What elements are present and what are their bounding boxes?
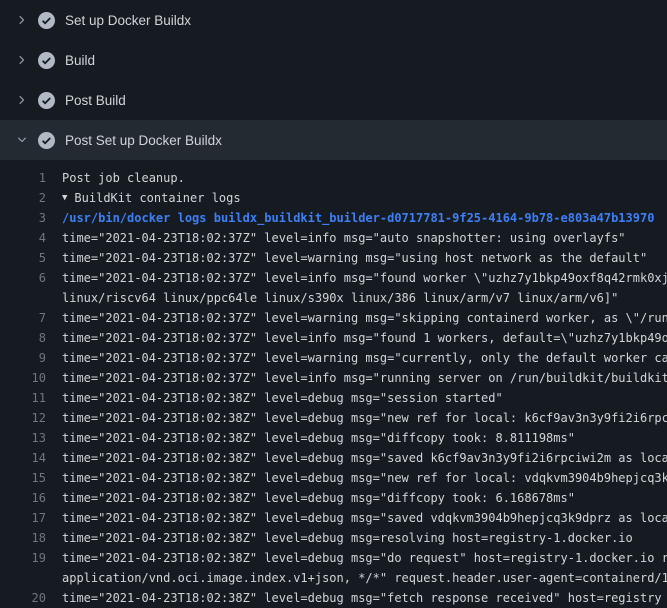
log-line-text: time="2021-04-23T18:02:38Z" level=debug … [46,468,667,488]
log-line-text: time="2021-04-23T18:02:38Z" level=debug … [46,528,633,548]
log-line: 19 time="2021-04-23T18:02:38Z" level=deb… [0,548,667,568]
log-line-number[interactable]: 19 [0,548,46,568]
step-list: Set up Docker Buildx Build Post Build Po… [0,0,667,160]
log-line: 18 time="2021-04-23T18:02:38Z" level=deb… [0,528,667,548]
log-line-text: time="2021-04-23T18:02:37Z" level=info m… [46,368,667,388]
log-line: 4 time="2021-04-23T18:02:37Z" level=info… [0,228,667,248]
log-line: 15 time="2021-04-23T18:02:38Z" level=deb… [0,468,667,488]
log-line-number[interactable]: 12 [0,408,46,428]
log-line: 10 time="2021-04-23T18:02:37Z" level=inf… [0,368,667,388]
chevron-icon[interactable] [14,14,30,26]
log-output: 1 Post job cleanup. 2 ▼ BuildKit contain… [0,160,667,608]
check-circle-icon [38,12,55,29]
step-header-3[interactable]: Post Build [0,80,667,120]
log-line: 12 time="2021-04-23T18:02:38Z" level=deb… [0,408,667,428]
log-line-text: time="2021-04-23T18:02:37Z" level=warnin… [46,308,667,328]
step-header-4[interactable]: Post Set up Docker Buildx [0,120,667,160]
log-line-text: time="2021-04-23T18:02:37Z" level=info m… [46,268,667,288]
log-line: 17 time="2021-04-23T18:02:38Z" level=deb… [0,508,667,528]
log-line-number[interactable]: 15 [0,468,46,488]
log-line: 3 /usr/bin/docker logs buildx_buildkit_b… [0,208,667,228]
step-title: Post Build [65,93,126,108]
log-line-text: time="2021-04-23T18:02:38Z" level=debug … [46,488,575,508]
log-line: 1 Post job cleanup. [0,168,667,188]
log-line-number[interactable]: 17 [0,508,46,528]
log-line: 16 time="2021-04-23T18:02:38Z" level=deb… [0,488,667,508]
chevron-icon[interactable] [14,54,30,66]
log-line-text: time="2021-04-23T18:02:38Z" level=debug … [46,548,667,568]
log-line-text: time="2021-04-23T18:02:38Z" level=debug … [46,448,667,468]
log-line-text: time="2021-04-23T18:02:37Z" level=info m… [46,228,626,248]
actions-log-viewer: Set up Docker Buildx Build Post Build Po… [0,0,667,600]
log-line-text: /usr/bin/docker logs buildx_buildkit_bui… [46,208,654,228]
log-line-number[interactable]: 18 [0,528,46,548]
step-title: Build [65,53,95,68]
chevron-icon[interactable] [14,134,30,146]
log-line: 7 time="2021-04-23T18:02:37Z" level=warn… [0,308,667,328]
log-line-text: time="2021-04-23T18:02:38Z" level=debug … [46,408,667,428]
log-line-text: time="2021-04-23T18:02:37Z" level=warnin… [46,348,667,368]
step-header-2[interactable]: Build [0,40,667,80]
step-title: Set up Docker Buildx [65,13,191,28]
log-line-number[interactable]: 8 [0,328,46,348]
log-line-text: linux/riscv64 linux/ppc64le linux/s390x … [46,288,618,308]
log-line-text: time="2021-04-23T18:02:38Z" level=debug … [46,428,575,448]
log-line: 11 time="2021-04-23T18:02:38Z" level=deb… [0,388,667,408]
log-line-text: time="2021-04-23T18:02:37Z" level=info m… [46,328,667,348]
log-line-text: application/vnd.oci.image.index.v1+json,… [46,568,667,588]
log-line: 6 time="2021-04-23T18:02:37Z" level=info… [0,268,667,288]
step-header-1[interactable]: Set up Docker Buildx [0,0,667,40]
log-line-number[interactable] [0,288,46,308]
log-line-number[interactable]: 7 [0,308,46,328]
log-line: 8 time="2021-04-23T18:02:37Z" level=info… [0,328,667,348]
check-circle-icon [38,92,55,109]
log-line: application/vnd.oci.image.index.v1+json,… [0,568,667,588]
log-line: 14 time="2021-04-23T18:02:38Z" level=deb… [0,448,667,468]
log-line-text: time="2021-04-23T18:02:38Z" level=debug … [46,508,667,528]
log-line: 20 time="2021-04-23T18:02:38Z" level=deb… [0,588,667,608]
log-line-number[interactable]: 6 [0,268,46,288]
log-line: 9 time="2021-04-23T18:02:37Z" level=warn… [0,348,667,368]
log-line: linux/riscv64 linux/ppc64le linux/s390x … [0,288,667,308]
log-line-number[interactable]: 2 [0,188,46,208]
step-title: Post Set up Docker Buildx [65,133,222,148]
log-line-text: Post job cleanup. [46,168,185,188]
log-line-number[interactable]: 4 [0,228,46,248]
log-line-number[interactable]: 9 [0,348,46,368]
log-line-number[interactable]: 5 [0,248,46,268]
check-circle-icon [38,132,55,149]
check-circle-icon [38,52,55,69]
chevron-icon[interactable] [14,94,30,106]
log-line-text: time="2021-04-23T18:02:38Z" level=debug … [46,388,503,408]
log-line-number[interactable]: 1 [0,168,46,188]
log-line-number[interactable]: 11 [0,388,46,408]
log-line-number[interactable] [0,568,46,588]
log-line-text: time="2021-04-23T18:02:38Z" level=debug … [46,588,662,608]
log-line: 5 time="2021-04-23T18:02:37Z" level=warn… [0,248,667,268]
log-line-number[interactable]: 3 [0,208,46,228]
log-line: 13 time="2021-04-23T18:02:38Z" level=deb… [0,428,667,448]
log-line: 2 ▼ BuildKit container logs [0,188,667,208]
log-line-text: time="2021-04-23T18:02:37Z" level=warnin… [46,248,647,268]
log-line-number[interactable]: 20 [0,588,46,608]
log-line-number[interactable]: 13 [0,428,46,448]
log-line-number[interactable]: 16 [0,488,46,508]
group-toggle-icon[interactable]: ▼ [46,188,67,208]
log-line-text: BuildKit container logs [74,188,240,208]
log-line-number[interactable]: 14 [0,448,46,468]
log-line-number[interactable]: 10 [0,368,46,388]
